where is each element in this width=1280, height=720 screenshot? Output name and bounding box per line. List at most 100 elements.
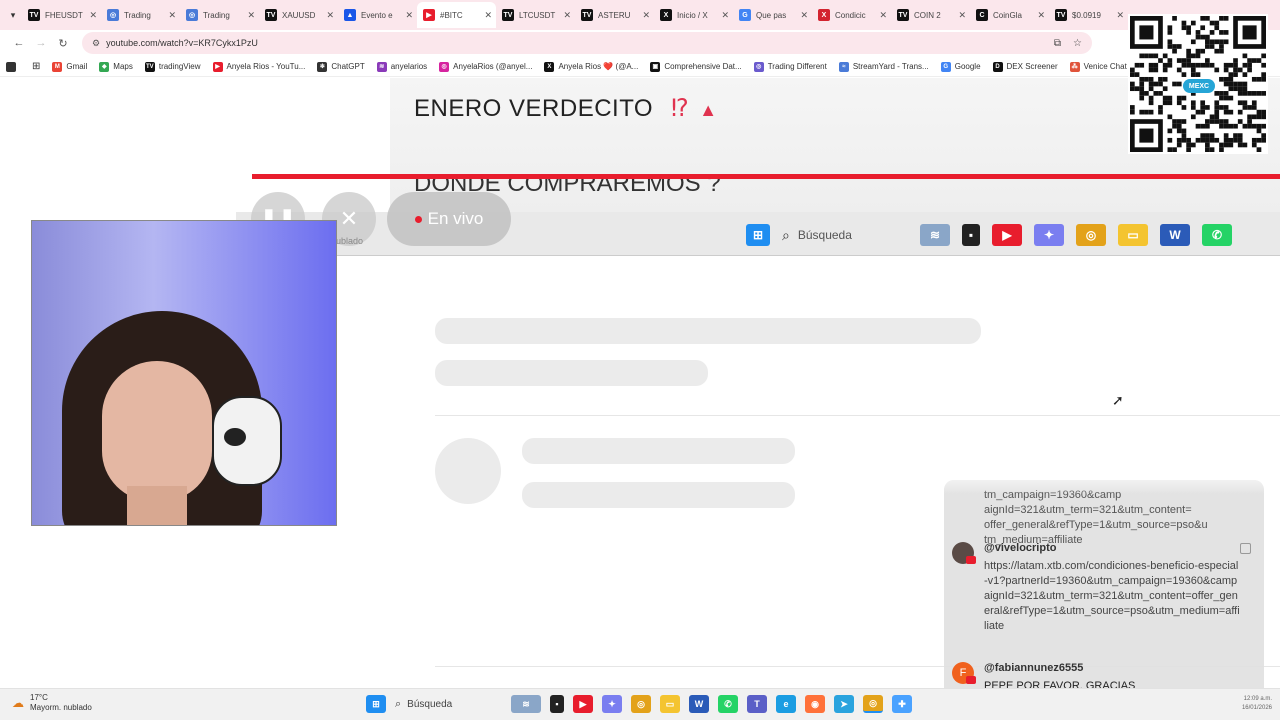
- browser-tab[interactable]: TV FHEUSDT ✕: [22, 2, 101, 28]
- browser-tab[interactable]: C CoinGla ✕: [970, 2, 1049, 28]
- bookmark-item[interactable]: ▣ Comprehensive Dat...: [650, 61, 742, 72]
- chrome-active-icon[interactable]: ◎: [863, 695, 883, 713]
- bookmark-favicon-icon: TV: [144, 61, 155, 72]
- browser-tab[interactable]: ▲ Evento e ✕: [338, 2, 417, 28]
- qr-module: [1167, 95, 1173, 101]
- bookmark-item[interactable]: ◆ Maps: [99, 61, 133, 72]
- qr-module: [1237, 81, 1243, 87]
- widgets-icon[interactable]: ≋: [511, 695, 541, 713]
- word-icon[interactable]: W: [689, 695, 709, 713]
- browser-tab[interactable]: ▶ #BITC ✕: [417, 2, 496, 28]
- tab-close-icon[interactable]: ✕: [563, 10, 571, 21]
- webcam-person-face: [102, 361, 212, 501]
- qr-module: [1219, 95, 1224, 101]
- tab-close-icon[interactable]: ✕: [168, 10, 176, 21]
- folder-icon[interactable]: ▭: [660, 695, 680, 713]
- tab-close-icon[interactable]: ✕: [89, 10, 97, 21]
- mouse-cursor-icon: ➚: [1112, 392, 1124, 408]
- qr-module: [1223, 67, 1229, 73]
- bookmark-label: Gmail: [66, 62, 88, 71]
- qr-module: [1242, 142, 1248, 148]
- live-chat-overlay[interactable]: tm_campaign=19360&camp aignId=321&utm_te…: [944, 480, 1264, 704]
- tab-favicon-icon: TV: [28, 9, 40, 21]
- qr-module: [1162, 53, 1168, 59]
- telegram-icon[interactable]: ➤: [834, 695, 854, 713]
- youtube-icon[interactable]: ▶: [573, 695, 593, 713]
- tab-search-icon[interactable]: ▾: [4, 10, 22, 21]
- browser-tab[interactable]: TV COIN 2 ✕: [891, 2, 970, 28]
- whatsapp-icon[interactable]: ✆: [718, 695, 738, 713]
- bookmark-item[interactable]: M Gmail: [52, 61, 88, 72]
- file-explorer-dark-icon: ▪: [962, 224, 980, 246]
- copilot-icon[interactable]: ✦: [602, 695, 622, 713]
- firefox-icon[interactable]: ◉: [805, 695, 825, 713]
- install-app-icon[interactable]: ⧉: [1054, 38, 1061, 49]
- browser-tab[interactable]: X Inicio / X ✕: [654, 2, 733, 28]
- bookmark-item[interactable]: D DEX Screener: [992, 61, 1058, 72]
- live-indicator[interactable]: En vivo: [387, 192, 511, 246]
- tab-close-icon[interactable]: ✕: [1037, 10, 1045, 21]
- tab-close-icon[interactable]: ✕: [405, 10, 413, 21]
- file-explorer-dark-icon[interactable]: ▪: [550, 695, 564, 713]
- bookmark-item[interactable]: ◎ Trading Different: [753, 61, 827, 72]
- tab-close-icon[interactable]: ✕: [879, 10, 887, 21]
- app-icon[interactable]: ✚: [892, 695, 912, 713]
- tab-close-icon[interactable]: ✕: [247, 10, 255, 21]
- tab-close-icon[interactable]: ✕: [326, 10, 334, 21]
- teams-icon[interactable]: T: [747, 695, 767, 713]
- back-arrow-icon[interactable]: ←: [8, 37, 30, 49]
- qr-module: [1261, 114, 1266, 120]
- browser-tab[interactable]: G Que pas ✕: [733, 2, 812, 28]
- bookmark-label: tradingView: [158, 62, 201, 71]
- browser-tab[interactable]: TV LTCUSDT ✕: [496, 2, 575, 28]
- tab-close-icon[interactable]: ✕: [800, 10, 808, 21]
- windows-start-icon[interactable]: ⊞: [366, 695, 386, 713]
- qr-module: [1261, 123, 1266, 129]
- bookmark-item[interactable]: X Anyela Rios ❤️ (@A...: [544, 61, 638, 72]
- weather-widget[interactable]: ☁ 17°C Mayorm. nublado: [12, 693, 92, 713]
- system-clock[interactable]: 12:09 a.m. 16/01/2026: [1216, 695, 1272, 713]
- browser-tab[interactable]: X Condicic ✕: [812, 2, 891, 28]
- bookmark-star-icon[interactable]: ☆: [1073, 38, 1082, 49]
- browser-tab[interactable]: ◎ Trading ✕: [101, 2, 180, 28]
- address-bar[interactable]: ⚙ youtube.com/watch?v=KR7Cykx1PzU ⧉ ☆: [82, 32, 1092, 54]
- qr-module: [1209, 62, 1215, 68]
- bookmark-item[interactable]: TV tradingView: [144, 61, 201, 72]
- clock-date: 16/01/2026: [1241, 705, 1272, 711]
- bookmark-item[interactable]: G Google: [940, 61, 981, 72]
- browser-tab[interactable]: ◎ Trading ✕: [180, 2, 259, 28]
- tab-close-icon[interactable]: ✕: [958, 10, 966, 21]
- edge-icon[interactable]: e: [776, 695, 796, 713]
- qr-module: [1167, 25, 1173, 31]
- qr-module: [1219, 147, 1224, 152]
- qr-module: [1256, 128, 1262, 134]
- qr-module: [1186, 53, 1191, 59]
- qr-module: [1209, 30, 1215, 35]
- tab-close-icon[interactable]: ✕: [642, 10, 650, 21]
- tab-label: Condicic: [835, 10, 866, 20]
- bookmarks-square-icon[interactable]: [6, 61, 20, 72]
- site-info-icon[interactable]: ⚙: [92, 38, 100, 49]
- flag-message-icon[interactable]: [1240, 543, 1251, 554]
- chat-text[interactable]: https://latam.xtb.com/condiciones-benefi…: [984, 559, 1240, 634]
- progress-bar[interactable]: [252, 174, 1280, 179]
- bookmark-item[interactable]: ✻ ChatGPT: [317, 61, 365, 72]
- qr-module: [1214, 91, 1220, 96]
- browser-tab[interactable]: TV $0.0919 ✕: [1049, 2, 1128, 28]
- bookmark-item[interactable]: ≋ anyelarios: [376, 61, 427, 72]
- chrome-icon[interactable]: ◎: [631, 695, 651, 713]
- tab-close-icon[interactable]: ✕: [721, 10, 729, 21]
- clock-time: 12:09 a.m.: [1243, 696, 1272, 702]
- tab-close-icon[interactable]: ✕: [1116, 10, 1124, 21]
- browser-tab[interactable]: TV ASTERU ✕: [575, 2, 654, 28]
- slide-title-marks: ⁉: [671, 95, 690, 122]
- browser-tab[interactable]: TV XAUUSD ✕: [259, 2, 338, 28]
- bookmark-item[interactable]: ≈ StreamYard - Trans...: [838, 61, 929, 72]
- bookmark-item[interactable]: ◎ AnyelaRios (@anyel...: [439, 61, 532, 72]
- apps-grid-icon[interactable]: ⊞: [32, 61, 40, 72]
- tab-close-icon[interactable]: ✕: [484, 10, 492, 21]
- taskbar-search[interactable]: ⌕ Búsqueda: [395, 698, 505, 711]
- forward-arrow-icon[interactable]: →: [30, 37, 52, 49]
- reload-icon[interactable]: ↻: [52, 37, 74, 50]
- bookmark-item[interactable]: ▶ Anyela Rios - YouTu...: [212, 61, 305, 72]
